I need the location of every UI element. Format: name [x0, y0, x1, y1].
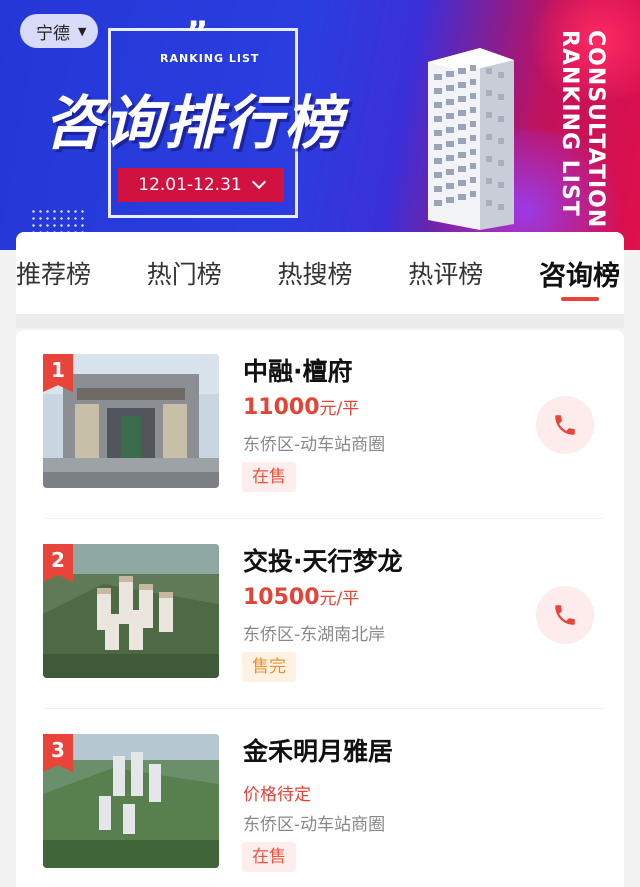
divider — [44, 708, 604, 709]
ranking-tabs: 推荐榜 热门榜 热搜榜 热评榜 咨询榜 — [16, 232, 624, 314]
price-unit: 元/平 — [319, 589, 360, 609]
banner-title: 咨询排行榜 — [44, 89, 345, 157]
building-illustration — [428, 48, 514, 230]
property-name[interactable]: 金禾明月雅居 — [243, 732, 393, 768]
tab-hot-search[interactable]: 热搜榜 — [278, 249, 353, 297]
price-value: 10500 — [243, 585, 320, 610]
price-value: 11000 — [243, 395, 320, 420]
property-name[interactable]: 中融·檀府 — [243, 352, 353, 388]
phone-icon — [555, 605, 575, 625]
ranking-list-caption: RANKING LIST — [160, 52, 260, 65]
status-badge: 售完 — [242, 652, 296, 682]
call-button[interactable] — [536, 586, 594, 644]
status-badge: 在售 — [242, 842, 296, 872]
call-button[interactable] — [536, 396, 594, 454]
date-range-label: 12.01-12.31 — [138, 175, 242, 195]
listing-list: 1 中融·檀府 11000元/平 东侨区-动车站商圈 在售 2 交投·天行梦龙 … — [16, 330, 624, 887]
property-price: 11000元/平 — [243, 394, 359, 420]
list-item[interactable]: 3 金禾明月雅居 价格待定 东侨区-动车站商圈 在售 — [16, 710, 624, 887]
tabs-separator — [16, 314, 624, 328]
property-name[interactable]: 交投·天行梦龙 — [243, 542, 403, 578]
side-text-line: CONSULTATION — [583, 30, 608, 229]
chevron-down-icon — [251, 174, 266, 190]
quote-mark-icon: ” — [186, 14, 208, 54]
tab-popular[interactable]: 热门榜 — [147, 249, 222, 297]
ranking-banner: ” RANKING LIST 咨询排行榜 12.01-12.31 CONSULT… — [0, 0, 640, 250]
tab-consultation[interactable]: 咨询榜 — [539, 248, 620, 301]
phone-icon — [555, 415, 575, 435]
divider — [44, 518, 604, 519]
caret-down-icon: ▼ — [78, 24, 87, 38]
city-selector[interactable]: 宁德 ▼ — [20, 14, 99, 48]
property-location: 东侨区-动车站商圈 — [243, 815, 386, 835]
property-price: 价格待定 — [243, 785, 311, 805]
date-range-select[interactable]: 12.01-12.31 — [118, 168, 284, 202]
price-unit: 元/平 — [319, 399, 360, 419]
city-label: 宁德 — [36, 23, 70, 44]
tab-recommended[interactable]: 推荐榜 — [16, 249, 91, 297]
list-item[interactable]: 2 交投·天行梦龙 10500元/平 东侨区-东湖南北岸 售完 — [16, 520, 624, 708]
property-location: 东侨区-动车站商圈 — [243, 435, 386, 455]
status-badge: 在售 — [242, 462, 296, 492]
property-location: 东侨区-东湖南北岸 — [243, 625, 386, 645]
tab-hot-review[interactable]: 热评榜 — [408, 249, 483, 297]
side-text-line: RANKING LIST — [557, 30, 582, 217]
banner-side-text: CONSULTATION RANKING LIST — [528, 30, 608, 230]
list-item[interactable]: 1 中融·檀府 11000元/平 东侨区-动车站商圈 在售 — [16, 330, 624, 518]
property-price: 10500元/平 — [243, 584, 359, 610]
